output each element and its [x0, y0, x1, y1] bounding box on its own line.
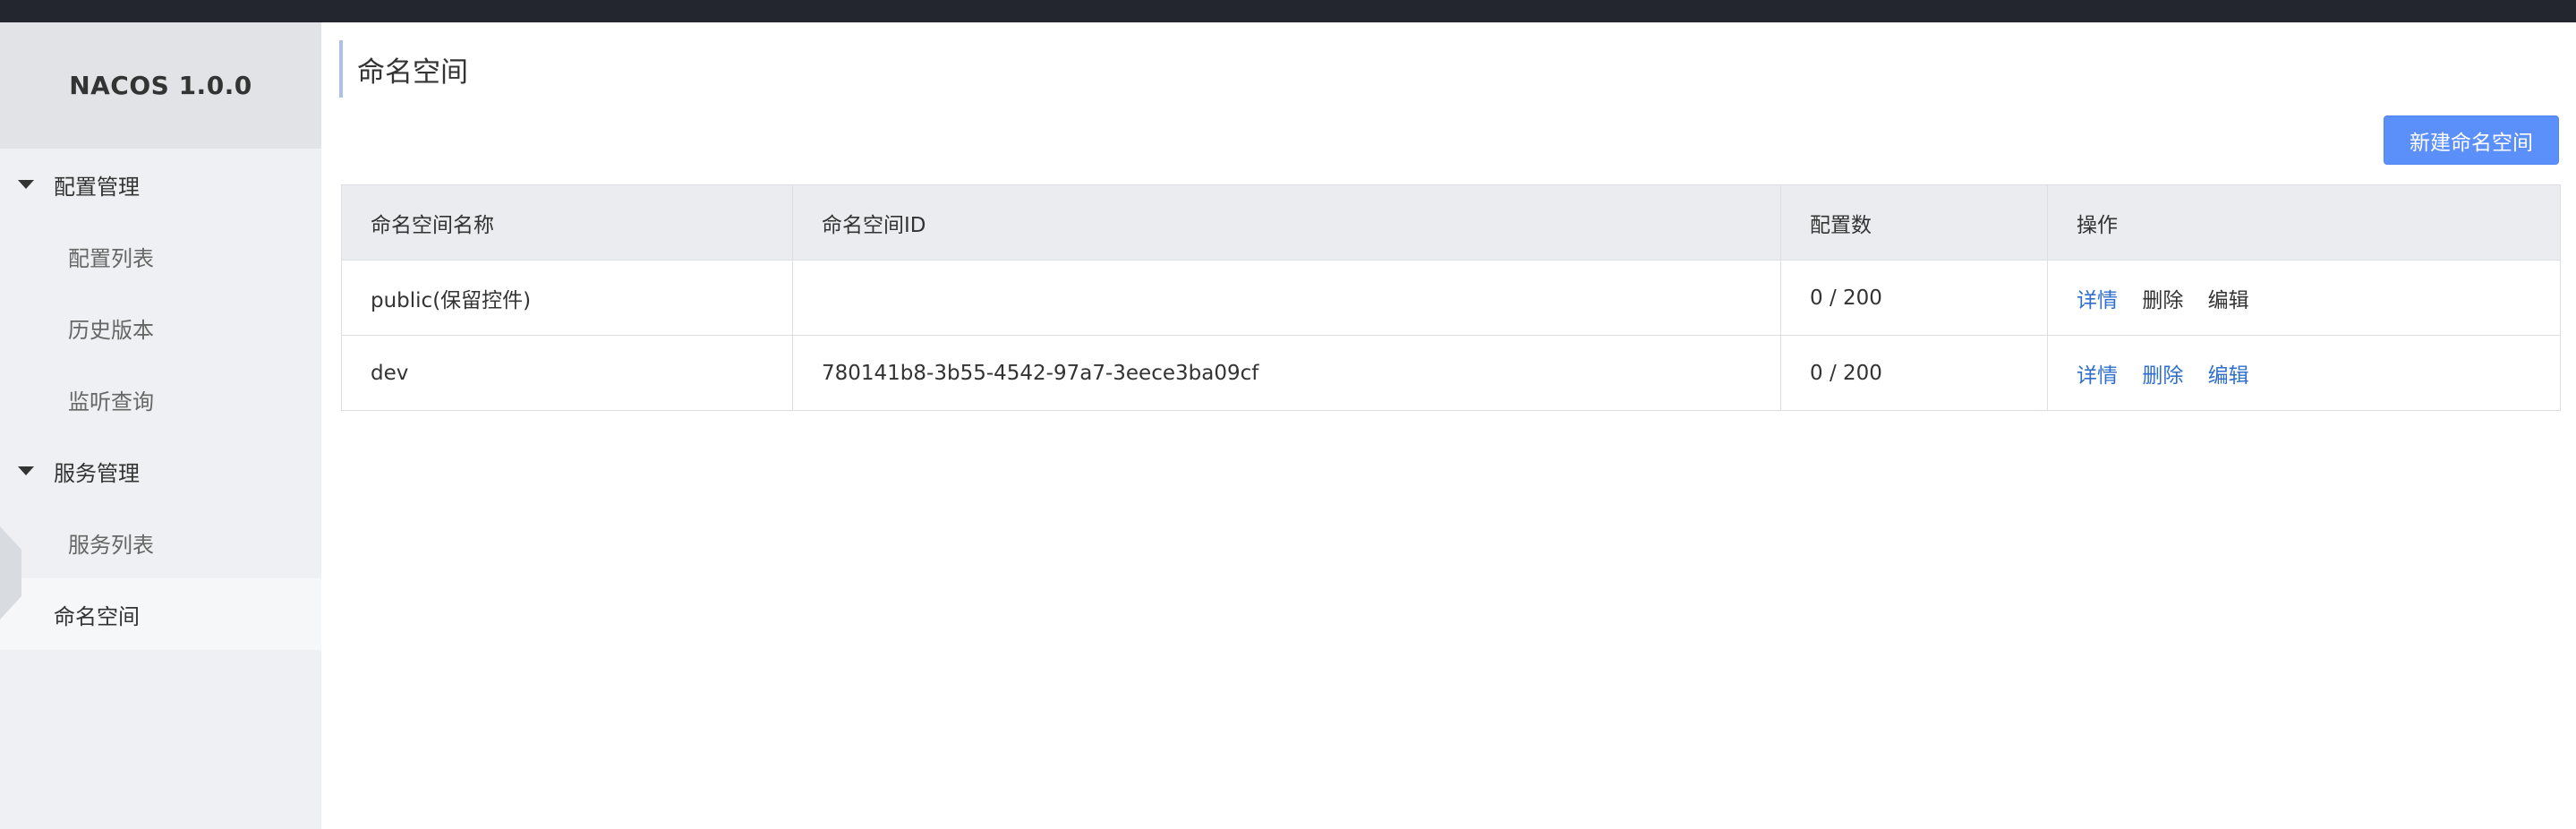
sidebar-item-listener-query[interactable]: 监听查询 — [0, 363, 321, 435]
edit-link[interactable]: 编辑 — [2208, 364, 2249, 388]
nav-group-label: 服务管理 — [54, 460, 140, 486]
config-count-cell: 0 / 200 — [1780, 335, 2048, 411]
detail-link[interactable]: 详情 — [2077, 364, 2118, 388]
detail-link[interactable]: 详情 — [2077, 289, 2118, 312]
sidebar-item-config-list[interactable]: 配置列表 — [0, 220, 321, 292]
table-header-row: 命名空间名称 命名空间ID 配置数 操作 — [341, 184, 2561, 261]
sidebar-item-history[interactable]: 历史版本 — [0, 292, 321, 363]
namespace-table: 命名空间名称 命名空间ID 配置数 操作 public(保留控件) 0 / 20… — [341, 184, 2561, 411]
namespace-id-cell — [792, 260, 1781, 336]
column-header-config-count: 配置数 — [1780, 184, 2048, 261]
main-content: 命名空间 新建命名空间 命名空间名称 命名空间ID 配置数 操作 public(… — [321, 22, 2576, 829]
edit-link: 编辑 — [2207, 288, 2249, 312]
operations-cell: 详情 删除 编辑 — [2047, 260, 2561, 336]
nav-group-label: 配置管理 — [54, 174, 140, 200]
column-header-id: 命名空间ID — [792, 184, 1781, 261]
new-namespace-button[interactable]: 新建命名空间 — [2384, 115, 2559, 165]
table-row: dev 780141b8-3b55-4542-97a7-3eece3ba09cf… — [341, 335, 2561, 411]
operations-cell: 详情 删除 编辑 — [2047, 335, 2561, 411]
table-row: public(保留控件) 0 / 200 详情 删除 编辑 — [341, 260, 2561, 336]
caret-down-icon — [18, 180, 34, 189]
caret-down-icon — [18, 466, 34, 475]
sidebar-item-service-list[interactable]: 服务列表 — [0, 507, 321, 578]
nav-group-service-management[interactable]: 服务管理 — [0, 435, 321, 507]
column-header-operations: 操作 — [2047, 184, 2561, 261]
page-title: 命名空间 — [339, 40, 468, 98]
namespace-id-cell: 780141b8-3b55-4542-97a7-3eece3ba09cf — [792, 335, 1781, 411]
config-count-cell: 0 / 200 — [1780, 260, 2048, 336]
logo-area: NACOS 1.0.0 — [0, 22, 321, 149]
nav-group-config-management[interactable]: 配置管理 — [0, 149, 321, 220]
column-header-name: 命名空间名称 — [341, 184, 793, 261]
delete-link[interactable]: 删除 — [2142, 364, 2183, 388]
sidebar: NACOS 1.0.0 配置管理 配置列表 历史版本 监听查询 服务管理 服务列… — [0, 22, 321, 829]
app-logo: NACOS 1.0.0 — [69, 71, 252, 100]
sidebar-item-namespace[interactable]: 命名空间 — [0, 578, 321, 650]
top-bar — [0, 0, 2576, 22]
delete-link: 删除 — [2142, 288, 2184, 312]
namespace-name-cell: public(保留控件) — [341, 260, 793, 336]
namespace-name-cell: dev — [341, 335, 793, 411]
